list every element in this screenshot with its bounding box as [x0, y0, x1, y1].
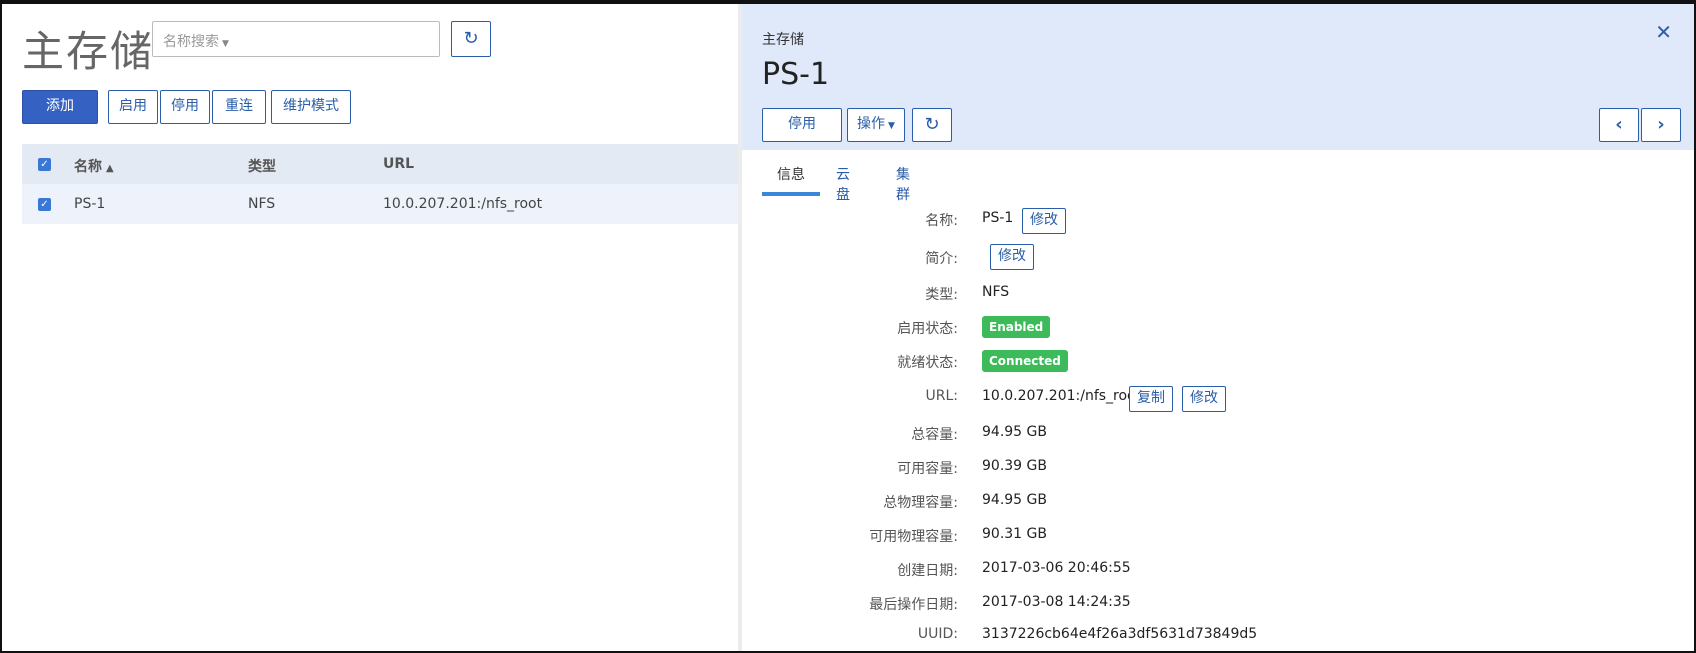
chevron-right-icon: › [1657, 114, 1665, 135]
info-row-name: 名称: PS-1 修改 [742, 206, 1694, 236]
column-name-label: 名称 [74, 159, 102, 175]
close-icon[interactable]: ✕ [1655, 20, 1672, 44]
uuid-value: 3137226cb64e4f26a3df5631d73849d5 [982, 626, 1258, 642]
tab-info[interactable]: 信息 [762, 164, 820, 196]
breadcrumb: 主存储 [762, 32, 804, 48]
column-type-header: 类型 [248, 159, 276, 175]
detail-disable-button[interactable]: 停用 [762, 108, 842, 142]
column-url-header: URL [383, 156, 415, 172]
actions-label: 操作 [857, 116, 886, 132]
info-row-type: 类型: NFS [742, 280, 1694, 310]
refresh-button[interactable]: ↻ [451, 21, 491, 57]
sort-asc-icon: ▲ [106, 163, 114, 174]
add-button[interactable]: 添加 [22, 90, 98, 124]
detail-title: PS-1 [762, 57, 830, 92]
table-header: ✓ 名称 ▲ 类型 URL [22, 144, 740, 184]
column-name-header[interactable]: 名称 ▲ [74, 156, 114, 176]
info-row-available-capacity: 可用容量: 90.39 GB [742, 454, 1694, 484]
info-row-last-op: 最后操作日期: 2017-03-08 14:24:35 [742, 590, 1694, 620]
table-row[interactable]: ✓ PS-1 NFS 10.0.207.201:/nfs_root [22, 184, 740, 224]
type-value: NFS [982, 284, 1010, 300]
available-capacity-label: 可用容量: [897, 461, 958, 477]
chevron-left-icon: ‹ [1615, 114, 1623, 135]
description-label: 简介: [925, 251, 958, 267]
total-capacity-label: 总容量: [911, 427, 958, 443]
reconnect-button[interactable]: 重连 [212, 90, 266, 124]
last-op-value: 2017-03-08 14:24:35 [982, 594, 1131, 610]
row-url: 10.0.207.201:/nfs_root [383, 196, 543, 212]
info-row-uuid: UUID: 3137226cb64e4f26a3df5631d73849d5 [742, 622, 1694, 651]
name-value: PS-1 [982, 210, 1014, 226]
url-label: URL: [925, 388, 959, 404]
enable-button[interactable]: 启用 [108, 90, 158, 124]
info-row-created: 创建日期: 2017-03-06 20:46:55 [742, 556, 1694, 586]
total-physical-value: 94.95 GB [982, 492, 1047, 508]
search-input[interactable]: 名称搜索 ▼ [152, 21, 440, 57]
edit-description-button[interactable]: 修改 [990, 244, 1034, 270]
available-capacity-value: 90.39 GB [982, 458, 1047, 474]
detail-refresh-button[interactable]: ↻ [912, 108, 952, 142]
info-row-available-physical: 可用物理容量: 90.31 GB [742, 522, 1694, 552]
info-row-state: 启用状态: Enabled [742, 314, 1694, 344]
info-row-total-capacity: 总容量: 94.95 GB [742, 420, 1694, 450]
previous-button[interactable]: ‹ [1599, 108, 1639, 142]
available-physical-value: 90.31 GB [982, 526, 1047, 542]
edit-name-button[interactable]: 修改 [1022, 208, 1066, 234]
actions-dropdown[interactable]: 操作 ▼ [847, 108, 905, 142]
total-physical-label: 总物理容量: [883, 495, 958, 511]
info-row-total-physical: 总物理容量: 94.95 GB [742, 488, 1694, 518]
refresh-icon: ↻ [924, 114, 940, 135]
state-label: 启用状态: [897, 321, 958, 337]
last-op-label: 最后操作日期: [869, 597, 958, 613]
next-button[interactable]: › [1641, 108, 1681, 142]
status-badge: Connected [982, 350, 1068, 372]
available-physical-label: 可用物理容量: [869, 529, 958, 545]
storage-table: ✓ 名称 ▲ 类型 URL ✓ PS-1 NFS 10.0.207.201:/nf… [22, 144, 740, 224]
url-value: 10.0.207.201:/nfs_root [982, 388, 1142, 404]
copy-url-button[interactable]: 复制 [1129, 386, 1173, 412]
info-row-url: URL: 10.0.207.201:/nfs_root 复制 修改 [742, 384, 1694, 414]
status-label: 就绪状态: [897, 355, 958, 371]
chevron-down-icon: ▼ [888, 121, 895, 131]
maintenance-mode-button[interactable]: 维护模式 [271, 90, 351, 124]
row-name: PS-1 [74, 196, 106, 212]
uuid-label: UUID: [917, 626, 958, 642]
info-row-description: 简介: 修改 [742, 244, 1694, 274]
page-title: 主存储 [22, 27, 155, 76]
created-value: 2017-03-06 20:46:55 [982, 560, 1131, 576]
disable-button[interactable]: 停用 [160, 90, 210, 124]
created-label: 创建日期: [897, 563, 958, 579]
info-row-status: 就绪状态: Connected [742, 348, 1694, 378]
edit-url-button[interactable]: 修改 [1182, 386, 1226, 412]
status-badge: Enabled [982, 316, 1051, 338]
search-placeholder: 名称搜索 [163, 34, 219, 50]
app-window: 主存储 名称搜索 ▼ ↻ 添加 启用 停用 重连 维护模式 ✓ 名称 ▲ 类型 UR… [0, 0, 1696, 653]
chevron-down-icon: ▼ [222, 39, 229, 49]
row-type: NFS [248, 196, 276, 212]
detail-header: 主存储 PS-1 ✕ 停用 操作 ▼ ↻ ‹ › [742, 4, 1694, 150]
detail-pane: 主存储 PS-1 ✕ 停用 操作 ▼ ↻ ‹ › 信息 云盘 集群 名称: PS-… [742, 4, 1694, 651]
total-capacity-value: 94.95 GB [982, 424, 1047, 440]
name-label: 名称: [925, 213, 958, 229]
row-checkbox[interactable]: ✓ [38, 198, 51, 211]
list-pane: 主存储 名称搜索 ▼ ↻ 添加 启用 停用 重连 维护模式 ✓ 名称 ▲ 类型 UR… [2, 4, 740, 651]
select-all-checkbox[interactable]: ✓ [38, 158, 51, 171]
type-label: 类型: [925, 287, 958, 303]
refresh-icon: ↻ [463, 28, 479, 49]
